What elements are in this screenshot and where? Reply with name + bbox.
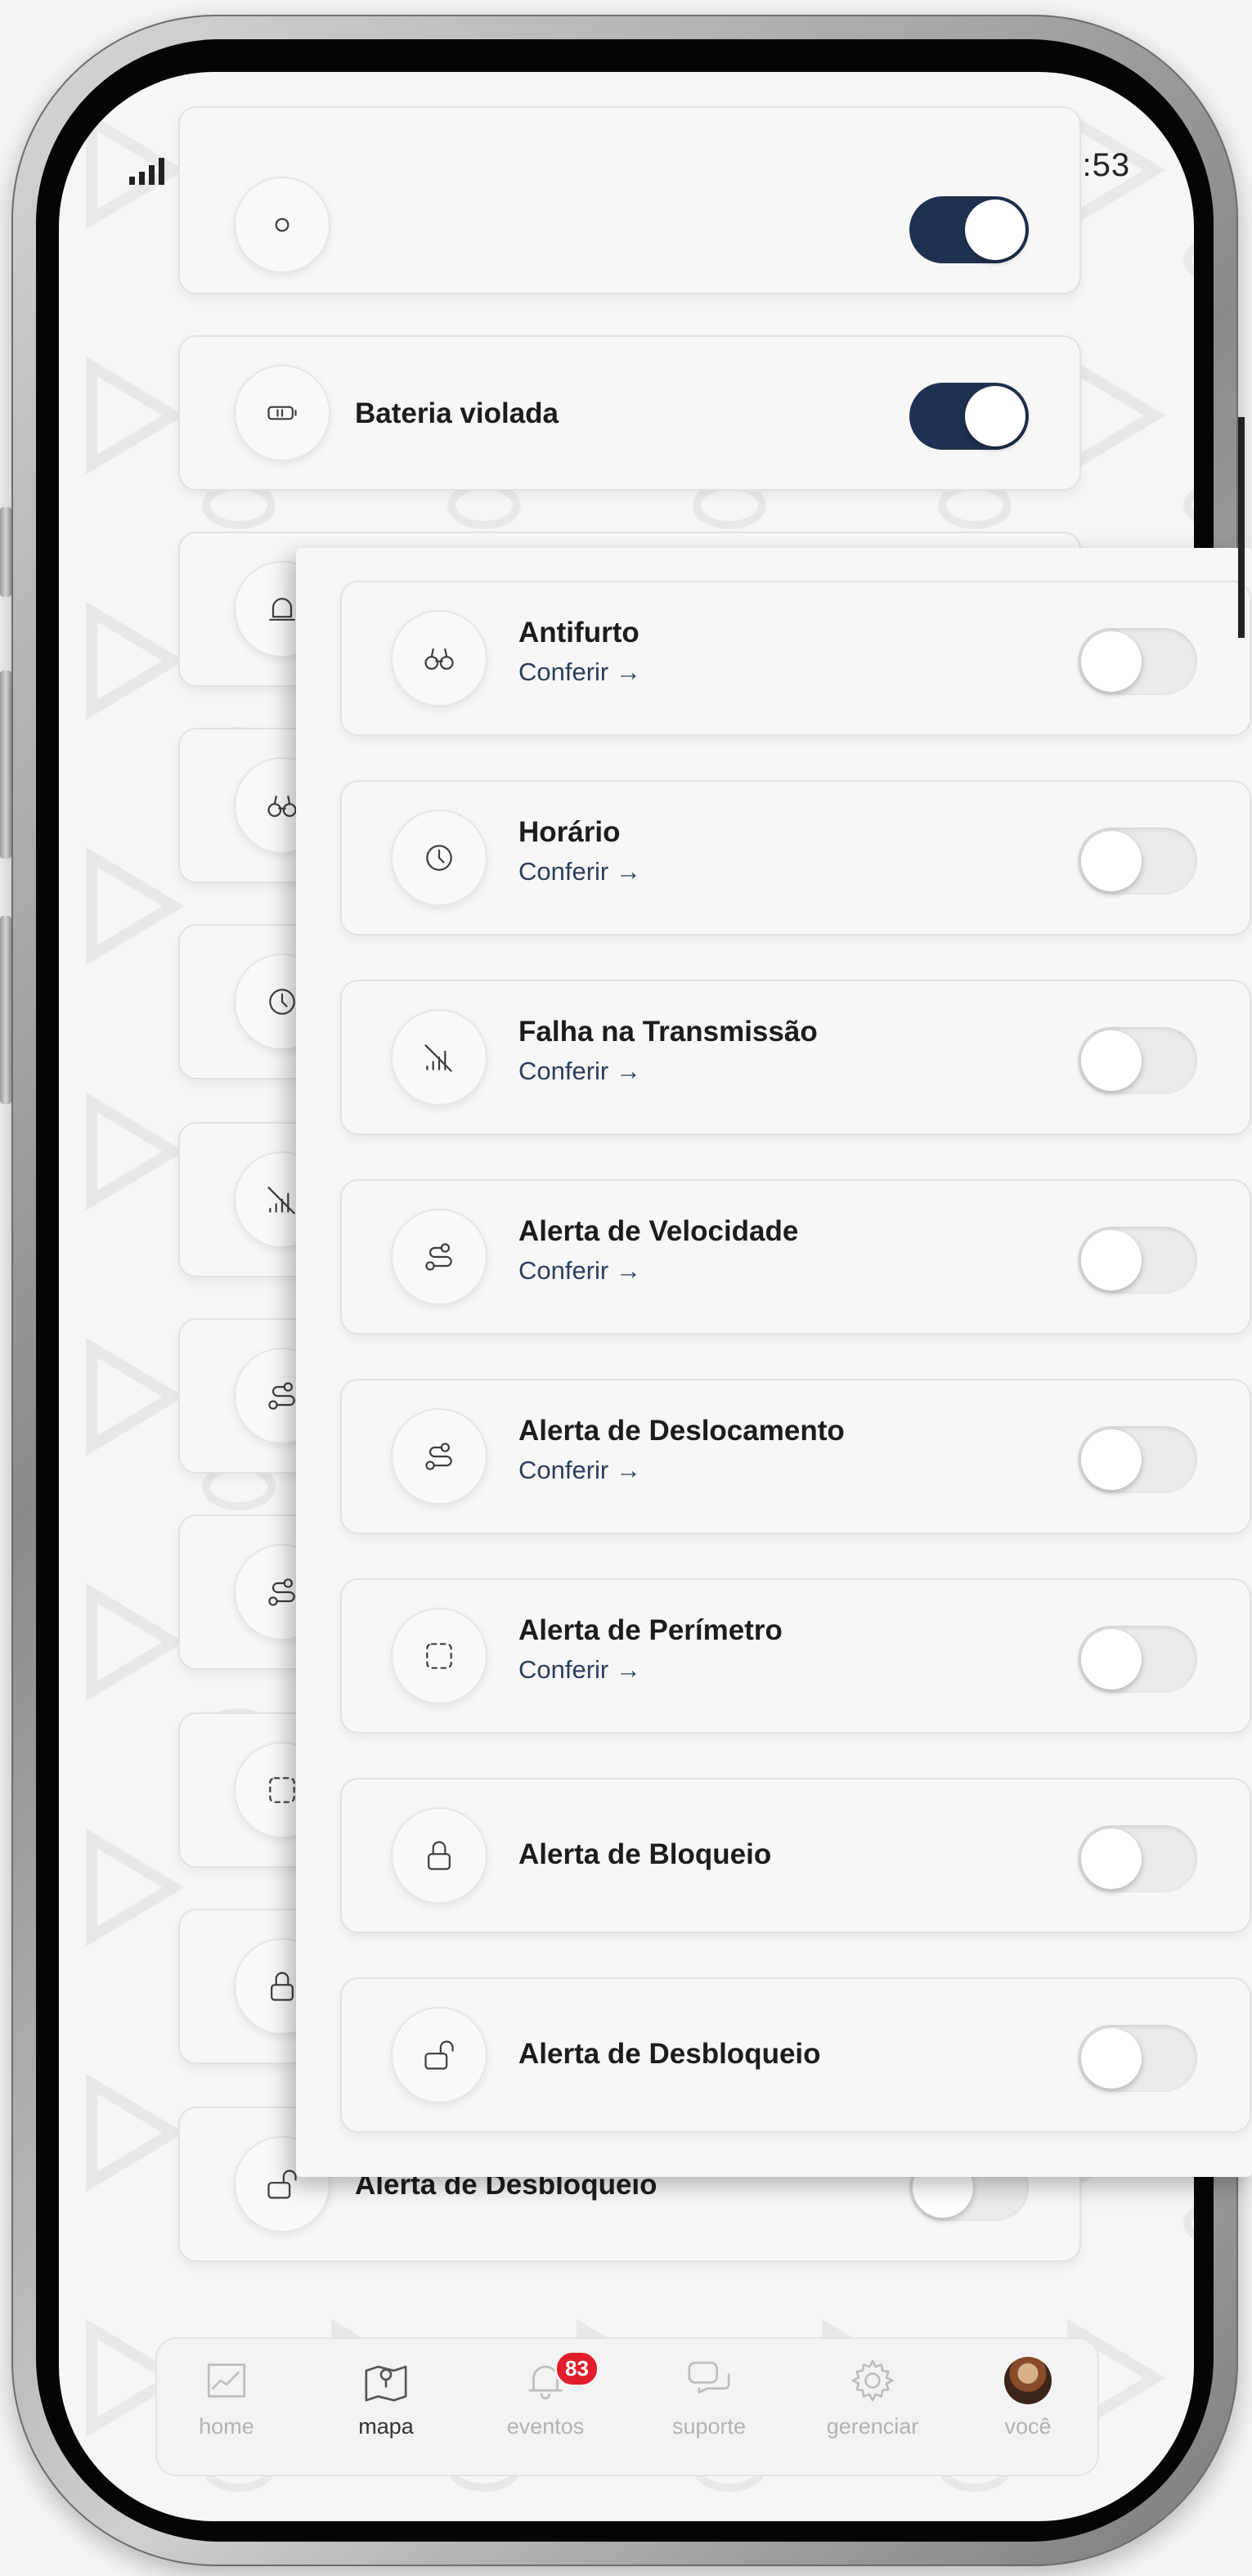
background-alert-card: Bateria violada xyxy=(178,335,1081,491)
alert-toggle[interactable] xyxy=(1078,1227,1197,1294)
conferir-link[interactable]: Conferir → xyxy=(518,1256,641,1286)
lock-icon xyxy=(271,1972,294,2001)
alert-toggle[interactable] xyxy=(1078,1426,1197,1493)
alert-toggle[interactable] xyxy=(909,383,1029,450)
toggle-knob xyxy=(1081,1429,1142,1490)
alert-title: Antifurto xyxy=(518,617,639,648)
route-icon xyxy=(425,1243,452,1271)
alert-toggle[interactable] xyxy=(1078,2025,1197,2092)
alert-toggle[interactable] xyxy=(1078,828,1197,895)
chat-icon xyxy=(688,2361,730,2394)
alert-icon-circle xyxy=(391,810,487,906)
nav-eventos-label: eventos xyxy=(506,2414,585,2439)
nav-gerenciar[interactable]: gerenciar xyxy=(811,2357,934,2439)
nav-mapa[interactable]: mapa xyxy=(325,2357,447,2439)
signal-off-icon xyxy=(267,1187,295,1214)
alert-title: Alerta de Perímetro xyxy=(518,1614,783,1646)
toggle-knob xyxy=(1081,631,1142,692)
route-icon xyxy=(268,1382,295,1410)
edge-bracket xyxy=(1238,417,1245,638)
chart-icon xyxy=(207,2363,246,2398)
nav-home-label: home xyxy=(199,2414,254,2439)
alert-title: Alerta de Velocidade xyxy=(518,1215,799,1247)
nav-eventos[interactable]: eventos 83 xyxy=(484,2350,607,2439)
nav-suporte-label: suporte xyxy=(671,2414,747,2439)
generic-icon xyxy=(275,218,289,232)
nav-suporte[interactable]: suporte xyxy=(648,2357,770,2439)
conferir-link[interactable]: Conferir → xyxy=(518,1655,641,1685)
conferir-link[interactable]: Conferir → xyxy=(518,1456,641,1485)
route-icon xyxy=(425,1443,452,1470)
toggle-knob xyxy=(1081,1629,1142,1690)
silent-switch xyxy=(0,507,11,597)
conferir-link[interactable]: Conferir → xyxy=(518,1057,641,1086)
nav-home[interactable]: home xyxy=(165,2357,288,2439)
volume-up-button xyxy=(0,671,11,859)
alert-title: Falha na Transmissão xyxy=(518,1016,818,1048)
bell-icon xyxy=(269,598,295,621)
alert-toggle[interactable] xyxy=(1078,1027,1197,1094)
nav-voce-label: você xyxy=(1004,2414,1052,2439)
battery-icon xyxy=(267,406,297,420)
alert-icon-circle xyxy=(391,1009,487,1106)
binoculars-icon xyxy=(424,648,454,670)
alert-card[interactable]: Falha na Transmissão Conferir → xyxy=(340,980,1251,1135)
alert-title: Bateria violada xyxy=(355,397,559,429)
alert-icon-circle xyxy=(391,1408,487,1505)
lock-icon xyxy=(428,1841,451,1870)
toggle-knob xyxy=(1081,1829,1142,1889)
alert-card[interactable]: Horário Conferir → xyxy=(340,780,1251,936)
alert-title: Horário xyxy=(518,816,621,848)
alert-icon-circle xyxy=(234,177,330,273)
nav-voce[interactable]: você xyxy=(967,2357,1089,2439)
toggle-knob xyxy=(1081,1230,1142,1290)
bottom-navigation: home mapa eventos 83 suporte gerenciar v… xyxy=(155,2337,1099,2476)
alert-icon-circle xyxy=(391,1608,487,1704)
alert-title: Alerta de Desbloqueio xyxy=(518,2038,821,2070)
alert-card[interactable]: Antifurto Conferir → xyxy=(340,581,1251,736)
route-icon xyxy=(268,1578,295,1606)
clock-icon xyxy=(269,989,295,1015)
alert-card[interactable]: Alerta de Desbloqueio xyxy=(340,1977,1251,2133)
eventos-badge: 83 xyxy=(554,2350,599,2387)
alert-title: Alerta de Deslocamento xyxy=(518,1415,845,1447)
map-icon xyxy=(365,2365,407,2402)
alert-icon-circle xyxy=(234,365,330,461)
toggle-knob xyxy=(1081,831,1142,891)
volume-down-button xyxy=(0,916,11,1104)
alert-toggle[interactable] xyxy=(1078,1626,1197,1693)
signal-off-icon xyxy=(424,1044,452,1072)
alert-card[interactable]: Alerta de Bloqueio xyxy=(340,1778,1251,1933)
alert-icon-circle xyxy=(391,1209,487,1305)
perimeter-icon xyxy=(426,1643,452,1669)
nav-mapa-label: mapa xyxy=(358,2414,414,2439)
signal-icon xyxy=(129,155,175,189)
alert-toggle[interactable] xyxy=(1078,1825,1197,1892)
binoculars-icon xyxy=(267,795,297,817)
clock-icon xyxy=(426,845,452,871)
conferir-link[interactable]: Conferir → xyxy=(518,857,641,886)
alert-title: Alerta de Bloqueio xyxy=(518,1838,772,1870)
perimeter-icon xyxy=(269,1777,295,1803)
alert-icon-circle xyxy=(391,610,487,707)
alert-icon-circle xyxy=(391,1807,487,1904)
alerts-overlay-panel: Antifurto Conferir → Horário Conferir → Falh… xyxy=(296,548,1252,2177)
alert-card[interactable]: Alerta de Deslocamento Conferir → xyxy=(340,1379,1251,1534)
toggle-knob xyxy=(965,200,1025,260)
nav-gerenciar-label: gerenciar xyxy=(826,2414,919,2439)
alert-toggle[interactable] xyxy=(909,196,1029,263)
unlock-icon xyxy=(424,2040,454,2070)
toggle-knob xyxy=(965,386,1025,447)
toggle-knob xyxy=(1081,1030,1142,1091)
background-alert-card xyxy=(178,106,1081,294)
conferir-link[interactable]: Conferir → xyxy=(518,657,641,687)
alert-toggle[interactable] xyxy=(1078,628,1197,695)
alert-card[interactable]: Alerta de Velocidade Conferir → xyxy=(340,1179,1251,1335)
gear-icon xyxy=(851,2359,894,2402)
toggle-knob xyxy=(1081,2028,1142,2089)
unlock-icon xyxy=(267,2170,297,2199)
alert-card[interactable]: Alerta de Perímetro Conferir → xyxy=(340,1578,1251,1734)
avatar xyxy=(1004,2357,1052,2404)
alert-icon-circle xyxy=(391,2007,487,2103)
